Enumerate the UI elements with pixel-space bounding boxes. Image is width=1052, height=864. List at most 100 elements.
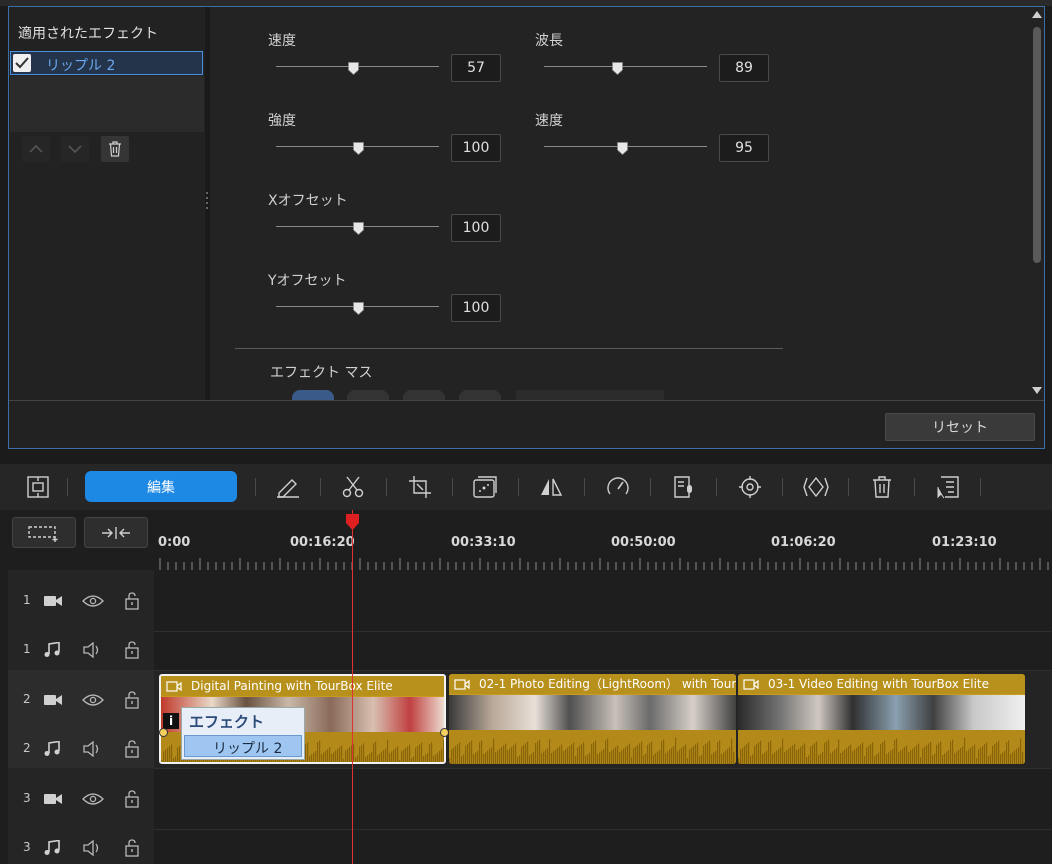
- eye-icon[interactable]: [82, 692, 104, 711]
- music-track-icon: [43, 839, 61, 860]
- wavelength-slider[interactable]: [544, 66, 707, 67]
- edit-button[interactable]: 編集: [85, 471, 237, 502]
- mask-option-2[interactable]: [347, 390, 389, 400]
- fit-icon[interactable]: [22, 471, 54, 503]
- clip-3[interactable]: 03-1 Video Editing with TourBox Elite: [738, 674, 1025, 764]
- strength-slider-thumb[interactable]: [352, 140, 364, 159]
- wavelength-slider-thumb[interactable]: [612, 60, 624, 79]
- applied-effect-item[interactable]: リップル 2: [10, 51, 203, 75]
- speed-2-value-field[interactable]: 95: [719, 134, 769, 162]
- panel-footer-divider: [9, 400, 1044, 401]
- speaker-icon[interactable]: [82, 839, 102, 860]
- ruler-label: 00:33:10: [451, 535, 516, 550]
- mask-option-1[interactable]: [292, 390, 334, 400]
- ruler-label: 01:23:10: [932, 535, 997, 550]
- pen-icon[interactable]: [272, 471, 304, 503]
- speed-2-slider-thumb[interactable]: [617, 140, 629, 159]
- clip-thumbnails: [738, 695, 1025, 730]
- param-label-speed: 速度: [268, 33, 296, 49]
- mask-option-4[interactable]: [459, 390, 501, 400]
- video-clip-icon: [166, 681, 182, 692]
- voice-icon[interactable]: [668, 471, 700, 503]
- edit-toolbar: 編集: [0, 464, 1052, 510]
- check-icon: [15, 57, 29, 69]
- crop-icon[interactable]: [404, 471, 436, 503]
- track-number: 2: [23, 692, 31, 706]
- param-label-speed-2: 速度: [535, 113, 563, 129]
- lock-icon[interactable]: [124, 839, 140, 861]
- frame-icon[interactable]: [469, 471, 501, 503]
- timeline-zoom-button[interactable]: [12, 517, 76, 548]
- mask-option-5[interactable]: [516, 390, 664, 400]
- y-offset-slider-thumb[interactable]: [352, 300, 364, 319]
- flip-icon[interactable]: [535, 471, 567, 503]
- trash-icon[interactable]: [866, 471, 898, 503]
- lock-icon[interactable]: [124, 740, 140, 762]
- speaker-icon[interactable]: [82, 740, 102, 761]
- param-label-wavelength: 波長: [535, 33, 563, 49]
- video-clip-icon: [743, 679, 759, 690]
- playhead[interactable]: [352, 510, 353, 864]
- effect-tooltip: エフェクト リップル 2: [181, 707, 305, 760]
- eye-icon[interactable]: [82, 593, 104, 612]
- lock-icon[interactable]: [124, 691, 140, 713]
- param-label-x-offset: Xオフセット: [268, 193, 348, 209]
- scissors-icon[interactable]: [337, 471, 369, 503]
- clip-2[interactable]: 02-1 Photo Editing（LightRoom） with TourB…: [449, 674, 736, 764]
- timeline-panel: 0:00 00:16:20 00:33:10 00:50:00 01:06:20…: [0, 510, 1052, 864]
- music-track-icon: [43, 641, 61, 662]
- speaker-icon[interactable]: [82, 641, 102, 662]
- info-badge[interactable]: i: [163, 713, 179, 729]
- timeline-fit-button[interactable]: [84, 517, 148, 548]
- fit-width-icon: [102, 526, 130, 539]
- tooltip-effect-item[interactable]: リップル 2: [184, 735, 302, 757]
- slider-thumb-icon: [352, 222, 364, 236]
- scroll-up-icon[interactable]: [1032, 10, 1042, 18]
- slider-thumb-icon: [617, 142, 629, 156]
- param-label-strength: 強度: [268, 113, 296, 129]
- clip-thumbnails: [449, 695, 736, 730]
- slider-thumb-icon: [347, 62, 359, 76]
- param-label-y-offset: Yオフセット: [268, 273, 347, 289]
- video-track-icon: [43, 593, 63, 612]
- ruler-label: 01:06:20: [771, 535, 836, 550]
- y-offset-value-field[interactable]: 100: [451, 294, 501, 322]
- speed-icon[interactable]: [602, 471, 634, 503]
- clip-title: 02-1 Photo Editing（LightRoom） with TourB…: [449, 674, 736, 694]
- video-track-icon: [43, 692, 63, 711]
- move-up-button[interactable]: [22, 136, 50, 162]
- trim-handle-left[interactable]: [159, 728, 168, 737]
- trim-handle-right[interactable]: [440, 728, 449, 737]
- target-icon[interactable]: [734, 471, 766, 503]
- lock-icon[interactable]: [124, 641, 140, 663]
- reset-button[interactable]: リセット: [885, 413, 1035, 441]
- music-track-icon: [43, 740, 61, 761]
- track-number: 3: [23, 791, 31, 805]
- track-number: 2: [23, 741, 31, 755]
- scrollbar-thumb[interactable]: [1033, 27, 1041, 263]
- eye-icon[interactable]: [82, 791, 104, 810]
- wavelength-value-field[interactable]: 89: [719, 54, 769, 82]
- lock-icon[interactable]: [124, 790, 140, 812]
- scroll-down-icon[interactable]: [1032, 387, 1042, 395]
- params-scrollbar[interactable]: [1030, 7, 1044, 400]
- clip-waveform: [449, 730, 736, 764]
- effect-parameters: 速度 57 強度 100 Xオフセット 100 Yオフセット 100 波長 89…: [210, 7, 1030, 400]
- mask-option-3[interactable]: [403, 390, 445, 400]
- clip-list-icon[interactable]: [932, 471, 964, 503]
- strength-value-field[interactable]: 100: [451, 134, 501, 162]
- chevron-down-icon: [68, 145, 82, 154]
- delete-effect-button[interactable]: [101, 136, 129, 162]
- timeline-select-icon: [28, 525, 58, 542]
- x-offset-value-field[interactable]: 100: [451, 214, 501, 242]
- effect-enable-checkbox[interactable]: [13, 54, 31, 72]
- keyframe-icon[interactable]: [800, 471, 832, 503]
- move-down-button[interactable]: [61, 136, 89, 162]
- speed-value-field[interactable]: 57: [451, 54, 501, 82]
- chevron-up-icon: [29, 144, 43, 153]
- lock-icon[interactable]: [124, 592, 140, 614]
- speed-slider-thumb[interactable]: [347, 60, 359, 79]
- ruler-label: 00:50:00: [611, 535, 676, 550]
- playhead-marker-icon[interactable]: [345, 513, 360, 531]
- x-offset-slider-thumb[interactable]: [352, 220, 364, 239]
